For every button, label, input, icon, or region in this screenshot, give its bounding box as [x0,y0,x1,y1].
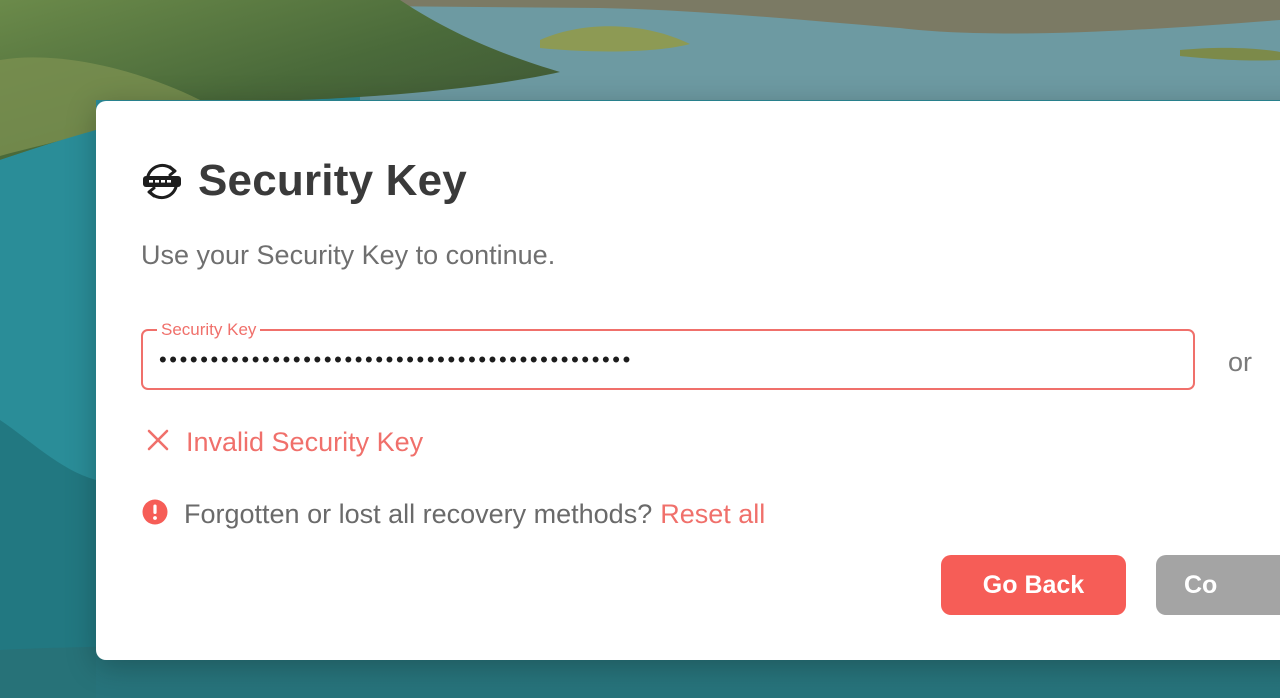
continue-button[interactable]: Co [1156,555,1280,615]
dialog-title: Security Key [198,156,467,205]
recovery-text: Forgotten or lost all recovery methods? [184,498,653,529]
dialog-header: Security Key [140,153,467,209]
security-key-sync-icon [140,158,186,204]
security-key-field-label: Security Key [157,320,261,340]
recovery-notice: Forgotten or lost all recovery methods? … [142,495,765,533]
alert-circle-icon [142,499,168,530]
or-separator: or [1228,347,1253,377]
security-key-field[interactable]: Security Key •••••••••••••••••••••••••••… [141,320,1195,390]
error-text: Invalid Security Key [186,426,424,457]
security-key-dialog: Security Key Use your Security Key to co… [96,101,1280,660]
go-back-button[interactable]: Go Back [941,555,1126,615]
reset-all-link[interactable]: Reset all [660,499,765,530]
security-key-input[interactable]: ••••••••••••••••••••••••••••••••••••••••… [159,347,633,373]
dialog-subtitle: Use your Security Key to continue. [141,240,556,270]
close-icon [146,428,170,457]
error-message: Invalid Security Key [146,423,423,461]
